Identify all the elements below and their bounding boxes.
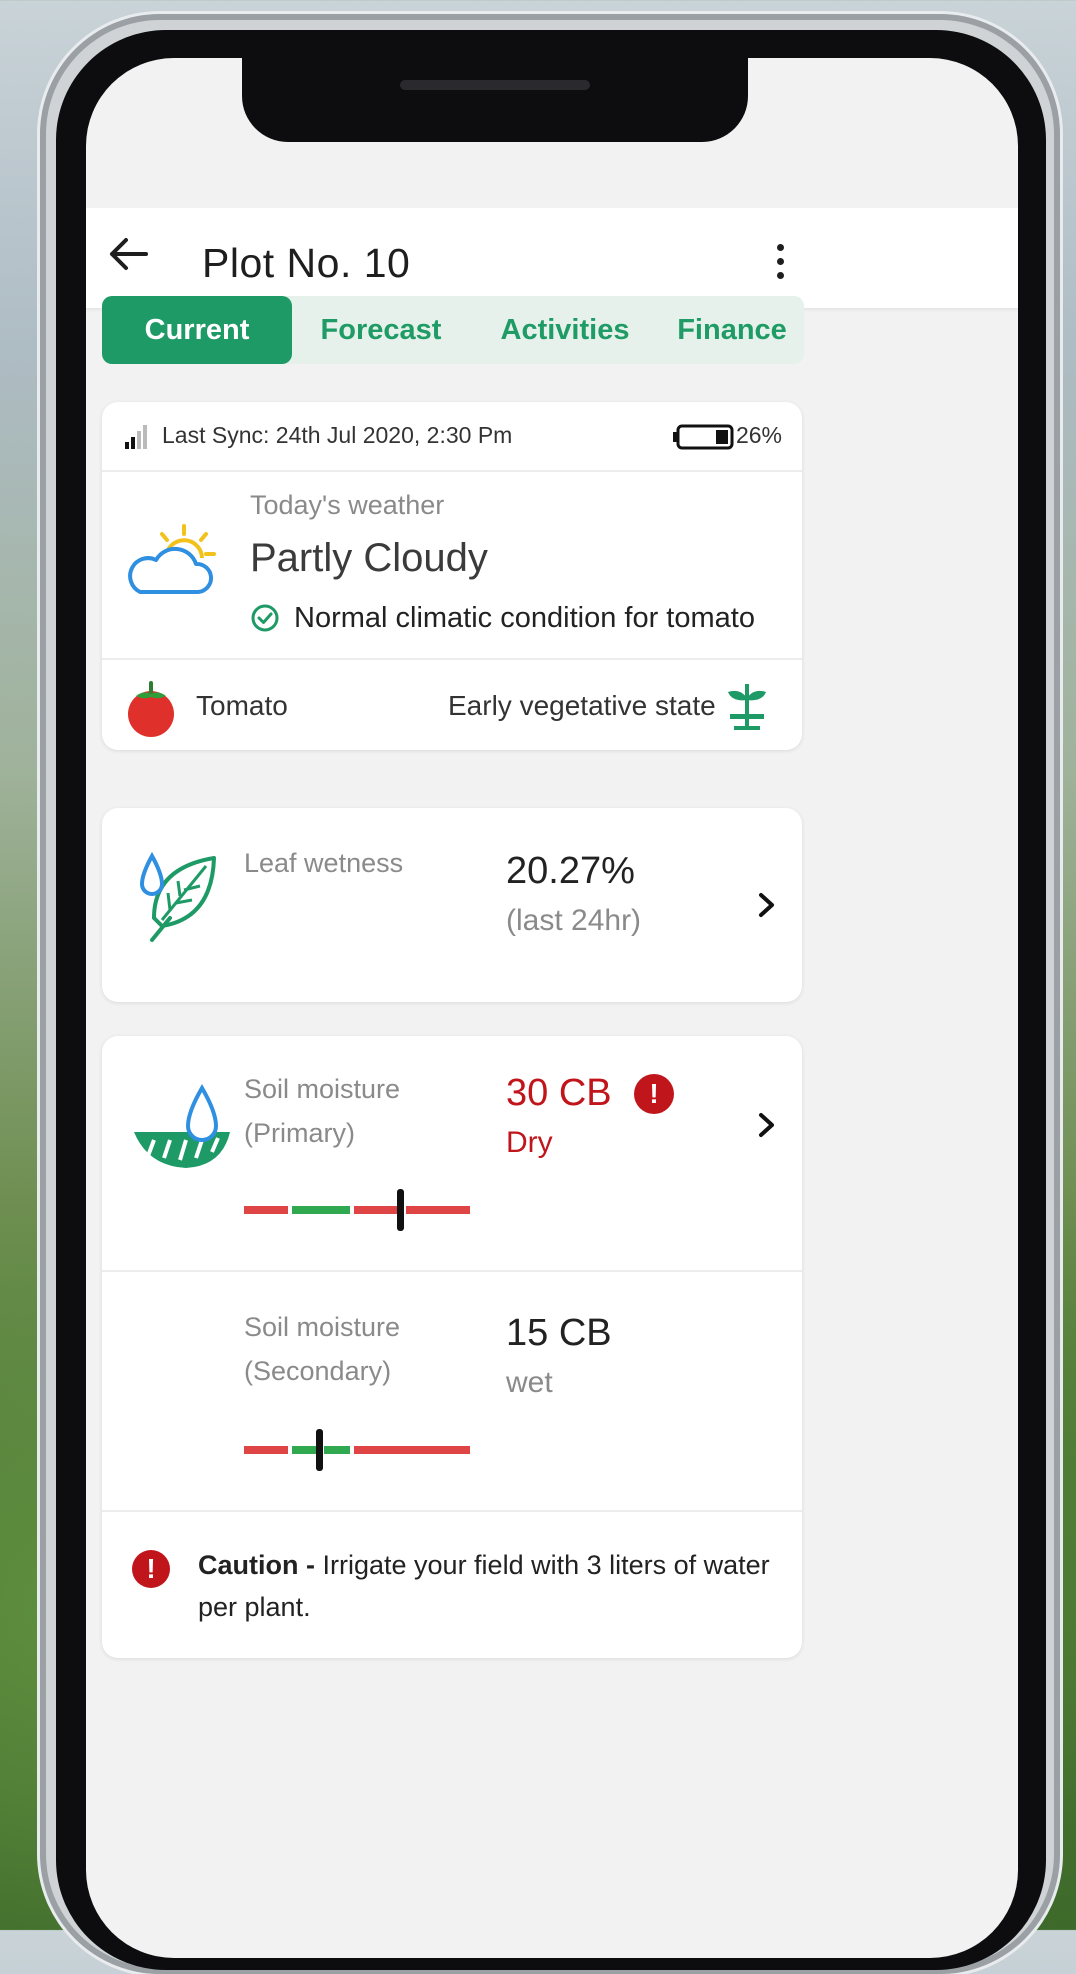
gauge-marker [397,1189,404,1231]
alert-icon: ! [634,1074,674,1114]
partly-cloudy-icon [128,524,216,594]
chevron-right-icon[interactable] [756,1110,778,1140]
soil-moisture-card: Soil moisture (Primary) 30 CB ! Dry Soil… [102,1036,802,1658]
leaf-wetness-card[interactable]: Leaf wetness 20.27% (last 24hr) [102,808,802,1002]
caution-message: Caution - Irrigate your field with 3 lit… [198,1544,788,1628]
soil-secondary-status: wet [506,1366,553,1399]
signal-icon [125,425,147,449]
app-bar: Plot No. 10 [86,208,1018,308]
weather-condition: Partly Cloudy [250,536,488,580]
soil-secondary-sublabel: (Secondary) [244,1356,392,1386]
chevron-right-icon[interactable] [756,890,778,920]
caution-title: Caution - [198,1550,315,1580]
check-circle-icon [251,604,279,632]
caution-icon: ! [132,1550,170,1588]
soil-primary-label: Soil moisture [244,1074,401,1104]
back-arrow-icon[interactable] [106,232,150,276]
growth-stage: Early vegetative state [448,690,716,721]
tab-current[interactable]: Current [102,296,292,364]
battery-level: 26% [735,422,782,448]
last-sync-text: Last Sync: 24th Jul 2020, 2:30 Pm [162,422,513,448]
page-title: Plot No. 10 [202,240,411,286]
soil-secondary-label: Soil moisture [244,1312,401,1342]
soil-secondary-value: 15 CB [506,1312,612,1354]
soil-secondary-gauge [244,1429,470,1471]
tomato-icon [128,681,174,737]
tab-finance[interactable]: Finance [660,296,804,364]
weather-label: Today's weather [250,490,445,520]
leaf-wetness-icon [139,851,216,942]
soil-moisture-icon [134,1084,230,1168]
phone-notch [242,58,748,142]
tab-bar: Current Forecast Activities Finance [102,296,804,364]
sprout-icon [728,684,766,730]
weather-card: Last Sync: 24th Jul 2020, 2:30 Pm 26% To… [102,402,802,750]
soil-primary-sublabel: (Primary) [244,1118,355,1148]
sync-status-row: Last Sync: 24th Jul 2020, 2:30 Pm 26% [102,402,802,472]
battery-icon [673,424,734,450]
leaf-wetness-period: (last 24hr) [506,904,642,937]
app-screen: Plot No. 10 Current Forecast Activities … [86,58,1018,1958]
gauge-marker [316,1429,323,1471]
leaf-wetness-label: Leaf wetness [244,848,404,878]
speaker-grille [400,80,590,90]
climate-note: Normal climatic condition for tomato [294,602,755,634]
divider [102,1270,802,1272]
soil-primary-gauge [244,1189,470,1231]
crop-name: Tomato [196,690,288,721]
tab-forecast[interactable]: Forecast [292,296,470,364]
divider [102,1510,802,1512]
crop-row: Tomato Early vegetative state [102,658,802,752]
soil-primary-value: 30 CB [506,1072,612,1114]
tab-activities[interactable]: Activities [470,296,660,364]
soil-primary-status: Dry [506,1126,553,1159]
more-options-icon[interactable] [766,240,796,284]
leaf-wetness-value: 20.27% [506,850,635,892]
